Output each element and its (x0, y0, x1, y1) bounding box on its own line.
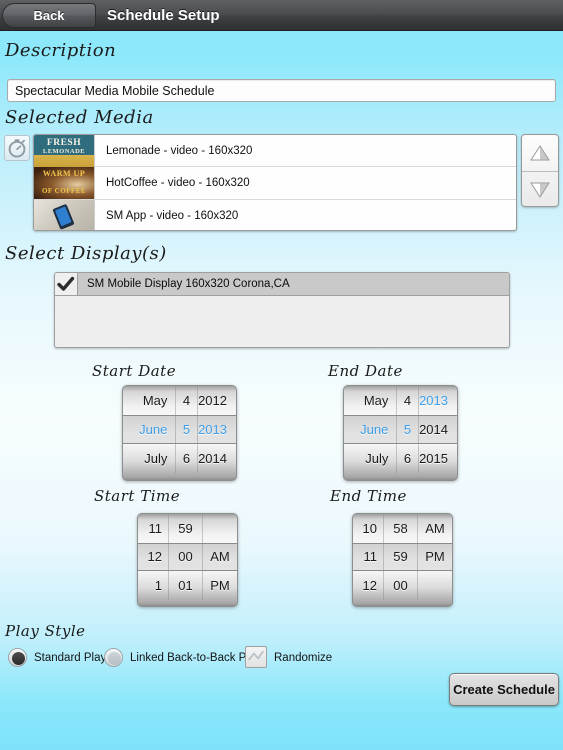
create-schedule-button-label: Create Schedule (453, 682, 555, 697)
list-item[interactable]: SM Mobile Display 160x320 Corona,CA (55, 273, 509, 296)
radio-standard-play-dot (12, 652, 25, 665)
play-style-heading: Play Style (5, 622, 86, 640)
picker-row[interactable]: May 4 2013 (344, 386, 457, 415)
month-cell[interactable]: June (344, 416, 398, 443)
description-heading: Description (5, 40, 117, 61)
triangle-down-icon (530, 182, 550, 198)
page-title: Schedule Setup (107, 7, 220, 24)
description-input-value: Spectacular Media Mobile Schedule (15, 83, 215, 98)
create-schedule-button[interactable]: Create Schedule (449, 673, 559, 706)
meridiem-cell[interactable]: AM (418, 514, 452, 543)
back-button-label: Back (33, 8, 65, 23)
year-cell[interactable]: 2015 (419, 444, 457, 473)
day-cell[interactable]: 6 (397, 444, 419, 473)
picker-row[interactable]: 11 59 (138, 514, 237, 543)
list-item-label: Lemonade - video - 160x320 (94, 135, 516, 167)
meridiem-cell[interactable] (418, 571, 452, 600)
meridiem-cell[interactable]: PM (418, 544, 452, 571)
list-item-label: HotCoffee - video - 160x320 (94, 166, 516, 199)
media-thumbnail: WARM UP OF COFFEE (34, 166, 94, 199)
picker-row[interactable]: July 6 2015 (344, 444, 457, 473)
radio-linked-back-to-back-play-dot (108, 652, 121, 665)
month-cell[interactable]: July (123, 444, 177, 473)
move-up-button[interactable] (522, 135, 558, 171)
minute-cell[interactable]: 00 (169, 543, 203, 570)
check-icon (248, 650, 264, 661)
titlebar: Back Schedule Setup (0, 0, 563, 31)
end-time-heading: End Time (330, 487, 407, 505)
hour-cell[interactable]: 10 (353, 514, 384, 543)
select-displays-heading: Select Display(s) (5, 243, 167, 264)
picker-row-selected[interactable]: 12 00 AM (138, 542, 237, 571)
month-cell[interactable]: May (123, 386, 177, 415)
day-cell[interactable]: 4 (397, 386, 419, 415)
year-cell[interactable]: 2014 (198, 444, 236, 473)
check-icon (57, 276, 75, 291)
list-item[interactable]: WARM UP OF COFFEE HotCoffee - video - 16… (34, 166, 516, 200)
year-cell[interactable]: 2014 (419, 416, 457, 443)
hour-cell[interactable]: 11 (138, 514, 169, 543)
triangle-up-icon (530, 145, 550, 161)
hour-cell[interactable]: 11 (353, 543, 384, 570)
display-list[interactable]: SM Mobile Display 160x320 Corona,CA (54, 272, 510, 348)
hour-cell[interactable]: 1 (138, 571, 169, 600)
radio-linked-back-to-back-play[interactable] (104, 648, 123, 667)
month-cell[interactable]: May (344, 386, 398, 415)
radio-linked-back-to-back-play-label[interactable]: Linked Back-to-Back Play (130, 652, 261, 664)
selected-media-heading: Selected Media (5, 107, 154, 128)
start-time-picker[interactable]: 11 59 12 00 AM 1 01 PM (137, 513, 238, 607)
picker-row[interactable]: 10 58 AM (353, 514, 452, 543)
minute-cell[interactable]: 01 (169, 571, 203, 600)
list-item[interactable]: FRESH LEMONADE Lemonade - video - 160x32… (34, 135, 516, 168)
month-cell[interactable]: July (344, 444, 398, 473)
selected-media-list[interactable]: FRESH LEMONADE Lemonade - video - 160x32… (33, 134, 517, 231)
randomize-checkbox[interactable] (245, 646, 267, 668)
move-down-button[interactable] (522, 171, 558, 206)
picker-row-selected[interactable]: 11 59 PM (353, 542, 452, 571)
stopwatch-icon[interactable] (4, 135, 30, 161)
media-thumbnail (34, 199, 94, 230)
meridiem-cell[interactable] (203, 514, 237, 543)
media-thumbnail: FRESH LEMONADE (34, 135, 94, 167)
minute-cell[interactable]: 59 (169, 514, 203, 543)
hour-cell[interactable]: 12 (138, 543, 169, 570)
picker-row[interactable]: 1 01 PM (138, 571, 237, 600)
day-cell[interactable]: 5 (176, 416, 198, 443)
year-cell[interactable]: 2013 (198, 416, 236, 443)
list-item-label: SM Mobile Display 160x320 Corona,CA (87, 278, 290, 290)
radio-standard-play-label[interactable]: Standard Play (34, 652, 106, 664)
start-time-heading: Start Time (94, 487, 181, 505)
picker-row-selected[interactable]: June 5 2014 (344, 415, 457, 444)
year-cell[interactable]: 2013 (419, 386, 457, 415)
day-cell[interactable]: 6 (176, 444, 198, 473)
media-reorder-buttons[interactable] (521, 134, 559, 207)
radio-standard-play[interactable] (8, 648, 27, 667)
hour-cell[interactable]: 12 (353, 571, 384, 600)
minute-cell[interactable]: 00 (384, 571, 418, 600)
meridiem-cell[interactable]: AM (203, 544, 237, 571)
back-button[interactable]: Back (2, 3, 96, 28)
picker-row[interactable]: May 4 2012 (123, 386, 236, 415)
list-item[interactable]: SM App - video - 160x320 (34, 199, 516, 230)
picker-row-selected[interactable]: June 5 2013 (123, 415, 236, 444)
display-checkbox[interactable] (55, 273, 78, 295)
meridiem-cell[interactable]: PM (203, 571, 237, 600)
end-time-picker[interactable]: 10 58 AM 11 59 PM 12 00 (352, 513, 453, 607)
description-input[interactable]: Spectacular Media Mobile Schedule (7, 79, 556, 102)
end-date-picker[interactable]: May 4 2013 June 5 2014 July 6 2015 (343, 385, 458, 481)
minute-cell[interactable]: 59 (384, 543, 418, 570)
randomize-label[interactable]: Randomize (274, 652, 332, 664)
day-cell[interactable]: 5 (397, 416, 419, 443)
picker-row[interactable]: 12 00 (353, 571, 452, 600)
day-cell[interactable]: 4 (176, 386, 198, 415)
list-item-label: SM App - video - 160x320 (94, 199, 516, 230)
month-cell[interactable]: June (123, 416, 177, 443)
start-date-heading: Start Date (92, 362, 177, 380)
start-date-picker[interactable]: May 4 2012 June 5 2013 July 6 2014 (122, 385, 237, 481)
year-cell[interactable]: 2012 (198, 386, 236, 415)
end-date-heading: End Date (328, 362, 403, 380)
picker-row[interactable]: July 6 2014 (123, 444, 236, 473)
minute-cell[interactable]: 58 (384, 514, 418, 543)
